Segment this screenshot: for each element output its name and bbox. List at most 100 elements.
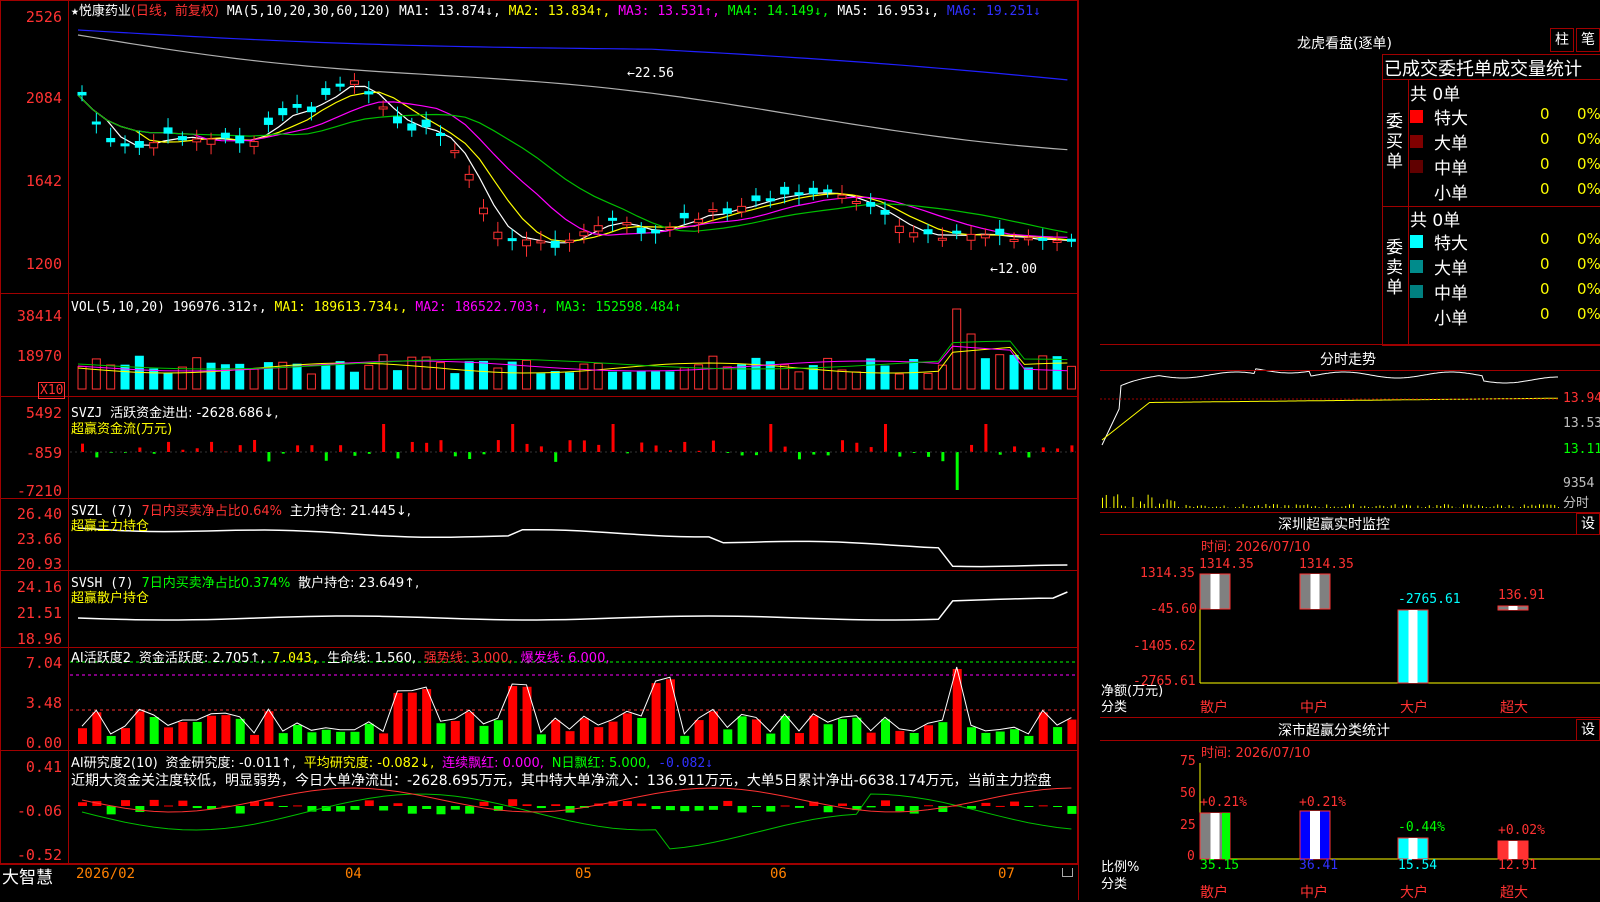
ai-research-bar [178, 801, 187, 806]
star-icon[interactable]: ★ [71, 4, 79, 19]
volume-bar [981, 359, 989, 389]
ma-line-1 [78, 86, 1067, 242]
ai-activity-bar [1053, 727, 1062, 744]
monitor-axis-2: -45.60 [1150, 602, 1197, 617]
tab-bar-chart[interactable]: 柱 [1550, 28, 1574, 52]
volume-bar [1010, 355, 1018, 389]
volume-bar [236, 364, 244, 389]
ai-activity-bar [852, 718, 861, 744]
svzj-bar [741, 452, 744, 455]
svzj-bar [956, 452, 959, 490]
volume-bar [150, 369, 158, 389]
volume-bar [307, 374, 315, 389]
ai-activity-bar [666, 679, 675, 744]
svzl-axis-1: 26.40 [6, 505, 62, 523]
svzj-bar [253, 440, 256, 452]
volume-bar [393, 371, 401, 389]
intraday-axis-1: 13.94 [1563, 391, 1600, 406]
ai-activity-bar [652, 683, 661, 744]
buy-l-swatch [1410, 135, 1423, 148]
ai-activity-bar [408, 693, 417, 744]
vol-value: 196976.312↑, [173, 300, 267, 315]
monitor-settings-button[interactable]: 设 [1576, 513, 1600, 535]
buy-l-pct: 0% [1577, 130, 1600, 148]
classstat-panel[interactable] [1100, 717, 1600, 901]
svzj-axis-1: 5492 [6, 404, 62, 422]
volume-bar [1067, 366, 1075, 389]
candle-body [107, 138, 115, 141]
ai-yj-label: AI研究度2(10) [71, 756, 158, 771]
buy-m-value: 0 [1540, 155, 1550, 173]
volume-bar [92, 359, 100, 389]
buy-rows: 特大 0 0% 大单 0 0% 中单 0 0% 小单 0 0% [1410, 104, 1600, 204]
svzj-bar [884, 424, 887, 452]
svzj-bar [210, 442, 213, 452]
ai-research-bar [193, 806, 202, 808]
ai-activity-bar [178, 722, 187, 744]
volume-bar [895, 374, 903, 389]
volume-bar [623, 372, 631, 389]
svzj-bar [769, 424, 772, 452]
candle-body [121, 144, 129, 146]
candle-body [436, 134, 444, 136]
ai-research-bar [838, 803, 847, 806]
classstat-top-4: +0.02% [1498, 823, 1545, 838]
vol-unit: X10 [38, 382, 65, 399]
sell-m-swatch [1410, 285, 1423, 298]
ai-activity-bar [867, 733, 876, 744]
volume-bar [465, 362, 473, 389]
ai-activity-bar [809, 716, 818, 744]
ai-activity-bar [451, 721, 460, 744]
candle-body [279, 109, 287, 115]
volume-bar [451, 374, 459, 389]
ai-research-bar [924, 805, 933, 806]
lock-icon[interactable] [1062, 868, 1073, 877]
candle-body [551, 241, 559, 247]
volume-bar [293, 364, 301, 389]
classstat-time: 时间: 2026/07/10 [1201, 742, 1310, 761]
volume-bar [795, 372, 803, 389]
ai-activity-bar [695, 720, 704, 744]
candle-body [580, 232, 588, 236]
classstat-settings-button[interactable]: 设 [1576, 719, 1600, 741]
right-divider [1078, 0, 1079, 900]
svzj-bar [1056, 448, 1059, 452]
candle-body [465, 174, 473, 180]
ai-research-bar [752, 806, 761, 807]
ai-activity-bar [121, 728, 130, 744]
classstat-top-2: +0.21% [1299, 795, 1346, 810]
ai-research-bar [666, 806, 675, 810]
ai-research-bar [652, 806, 661, 809]
price-header: ★悦康药业(日线，前复权) MA(5,10,20,30,60,120) MA1:… [71, 0, 1041, 19]
ai-research-bar [121, 800, 130, 806]
ma-line-6 [78, 30, 1067, 80]
ai-activity-bar [738, 716, 747, 744]
ai-activity-bar [766, 734, 775, 744]
ai-research-bar [264, 802, 273, 806]
volume-bar [609, 372, 617, 389]
candle-body [150, 143, 158, 148]
ai-research-bar [781, 805, 790, 806]
volume-bar [178, 367, 186, 389]
candle-body [408, 124, 416, 130]
svzl-axis-2: 23.66 [6, 530, 62, 548]
ai-hy-v5: 爆发线: 6.000, [521, 651, 610, 666]
ai-activity-bar [623, 713, 632, 744]
intraday-unit: 分时 [1563, 492, 1589, 511]
candle-body [92, 122, 100, 124]
svzj-bar [411, 442, 414, 452]
ai-research-bar [164, 806, 173, 807]
volume-bar [551, 372, 559, 389]
volume-bar [221, 365, 229, 389]
classstat-top-1: +0.21% [1200, 795, 1247, 810]
ai-yj-v2: 平均研究度: -0.082↓, [304, 756, 434, 771]
ai-activity-bar [279, 733, 288, 744]
sell-l-value: 0 [1540, 255, 1550, 273]
brand-label[interactable]: 大智慧 [2, 863, 53, 888]
tab-tick[interactable]: 笔 [1576, 28, 1600, 52]
ai-activity-bar [838, 719, 847, 744]
ai-research-bar [465, 806, 474, 814]
period-tag[interactable]: (日线，前复权) [131, 4, 219, 19]
candle-body [723, 209, 731, 214]
ai-activity-bar [264, 711, 273, 744]
